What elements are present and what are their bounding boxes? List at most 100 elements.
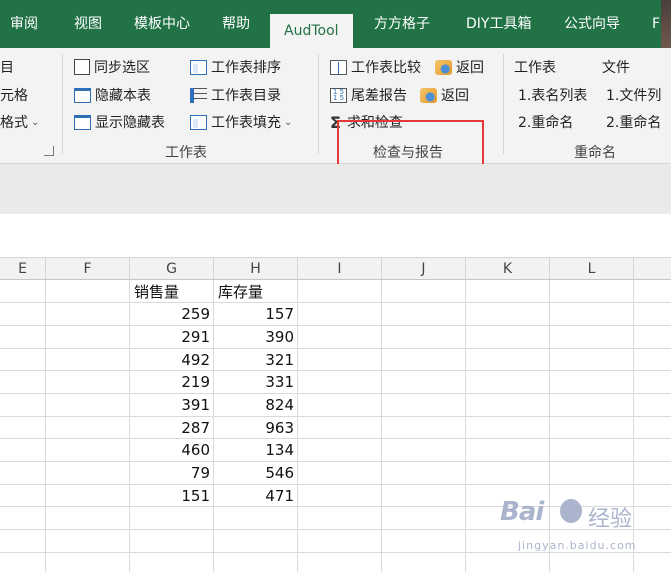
gridline — [0, 348, 671, 349]
window-icon — [74, 114, 91, 130]
sort-sheets-button[interactable]: 工作表排序 — [190, 56, 281, 78]
tab-formula-wizard[interactable]: 公式向导 — [564, 0, 620, 48]
tail-diff-report-label: 尾差报告 — [351, 88, 407, 104]
checkbox-icon — [74, 59, 90, 75]
file-rename-button[interactable]: 2.重命名 — [606, 111, 661, 133]
sheet-rename-button[interactable]: 2.重命名 — [518, 111, 573, 133]
sort-sheets-label: 工作表排序 — [211, 60, 281, 76]
column-header-h[interactable]: H — [214, 258, 298, 280]
worksheet-group-label: 工作表 — [165, 145, 207, 161]
gridline — [0, 325, 671, 326]
tab-diy-toolbox[interactable]: DIY工具箱 — [466, 0, 531, 48]
sheet-fill-button[interactable]: 工作表填充 ⌄ — [190, 111, 292, 133]
return-icon — [435, 59, 452, 75]
back-label-1: 返回 — [456, 60, 484, 76]
table-cell[interactable]: 492 — [131, 349, 213, 371]
gridline — [0, 416, 671, 417]
sheet-directory-button[interactable]: 工作表目录 — [190, 84, 281, 106]
table-cell[interactable]: 963 — [215, 417, 297, 439]
table-cell[interactable]: 134 — [215, 439, 297, 461]
table-cell[interactable]: 331 — [215, 371, 297, 393]
table-cell[interactable]: 151 — [131, 485, 213, 507]
ribbon-partial-item-3[interactable]: 格式 ⌄ — [0, 111, 39, 133]
fill-sheet-icon — [190, 114, 207, 130]
column-header-f[interactable]: F — [46, 258, 130, 280]
group-separator — [318, 54, 319, 154]
ribbon-tab-bar: 审阅 视图 模板中心 帮助 AudTool 方方格子 DIY工具箱 公式向导 F — [0, 0, 671, 48]
column-header-k[interactable]: K — [466, 258, 550, 280]
table-cell[interactable]: 291 — [131, 326, 213, 348]
table-cell[interactable]: 460 — [131, 439, 213, 461]
sheet-fill-label: 工作表填充 — [211, 115, 281, 131]
compare-sheets-button[interactable]: 工作表比较 — [330, 56, 421, 78]
column-header-i[interactable]: I — [298, 258, 382, 280]
table-cell[interactable]: 391 — [131, 394, 213, 416]
column-header-j[interactable]: J — [382, 258, 466, 280]
tab-audtool[interactable]: AudTool — [270, 14, 353, 48]
tab-template-center[interactable]: 模板中心 — [134, 0, 190, 48]
baidu-jingyan-watermark: Bai 经验 jingyan.baidu.com — [500, 497, 665, 567]
compare-icon — [330, 59, 347, 75]
show-hidden-sheets-label: 显示隐藏表 — [95, 115, 165, 131]
tab-review[interactable]: 审阅 — [10, 0, 38, 48]
hide-sheet-button[interactable]: 隐藏本表 — [74, 84, 151, 106]
group-separator — [503, 54, 504, 154]
tail-diff-report-button[interactable]: 1 51 5 尾差报告 — [330, 84, 407, 106]
gridline — [0, 302, 671, 303]
column-header-l[interactable]: L — [550, 258, 634, 280]
column-header-partial[interactable] — [634, 258, 671, 280]
dialog-launcher-icon[interactable] — [44, 146, 54, 156]
rename-file-header: 文件 — [602, 60, 630, 76]
cell-h-header[interactable]: 库存量 — [215, 281, 297, 303]
table-cell[interactable]: 321 — [215, 349, 297, 371]
list-icon — [190, 87, 207, 103]
compare-sheets-label: 工作表比较 — [351, 60, 421, 76]
gridline — [0, 461, 671, 462]
watermark-brand-suffix: 经验 — [588, 507, 633, 532]
gridline — [0, 393, 671, 394]
sort-sheet-icon — [190, 59, 207, 75]
watermark-brand: Bai — [500, 497, 544, 527]
table-cell[interactable]: 259 — [131, 303, 213, 325]
return-icon — [420, 87, 437, 103]
tab-partial-f[interactable]: F — [652, 0, 660, 48]
table-cell[interactable]: 471 — [215, 485, 297, 507]
ribbon-panel: 目 元格 格式 ⌄ 同步选区 隐藏本表 显示隐藏表 工作表排序 工作表目录 工作… — [0, 48, 671, 164]
file-list-button[interactable]: 1.文件列 — [606, 84, 661, 106]
formula-bar-area[interactable] — [0, 214, 671, 258]
group-separator — [62, 54, 63, 154]
column-header-e[interactable]: E — [0, 258, 46, 280]
sync-selection-checkbox[interactable]: 同步选区 — [74, 56, 150, 78]
ribbon-partial-item-2[interactable]: 元格 — [0, 84, 28, 106]
back-button-1[interactable]: 返回 — [435, 56, 484, 78]
column-header-g[interactable]: G — [130, 258, 214, 280]
table-cell[interactable]: 390 — [215, 326, 297, 348]
rename-group-label: 重命名 — [574, 145, 616, 161]
ribbon-partial-item-1[interactable]: 目 — [0, 56, 14, 78]
sheet-directory-label: 工作表目录 — [211, 88, 281, 104]
tab-fangfang-gezi[interactable]: 方方格子 — [374, 0, 430, 48]
table-cell[interactable]: 546 — [215, 462, 297, 484]
excel-window: 审阅 视图 模板中心 帮助 AudTool 方方格子 DIY工具箱 公式向导 F… — [0, 0, 671, 572]
ribbon-partial-item-3-label: 格式 — [0, 115, 28, 131]
paw-logo-icon — [560, 499, 582, 523]
back-button-2[interactable]: 返回 — [420, 84, 469, 106]
hide-sheet-label: 隐藏本表 — [95, 88, 151, 104]
sheet-name-list-button[interactable]: 1.表名列表 — [518, 84, 587, 106]
gridline — [0, 370, 671, 371]
window-icon — [74, 87, 91, 103]
cell-g-header[interactable]: 销售量 — [131, 281, 213, 303]
table-cell[interactable]: 79 — [131, 462, 213, 484]
table-cell[interactable]: 287 — [131, 417, 213, 439]
show-hidden-sheets-button[interactable]: 显示隐藏表 — [74, 111, 165, 133]
gray-toolbar-strip — [0, 164, 671, 214]
sync-selection-label: 同步选区 — [94, 60, 150, 76]
tab-help[interactable]: 帮助 — [222, 0, 250, 48]
table-cell[interactable]: 824 — [215, 394, 297, 416]
tab-view[interactable]: 视图 — [74, 0, 102, 48]
gridline — [0, 438, 671, 439]
table-cell[interactable]: 157 — [215, 303, 297, 325]
table-cell[interactable]: 219 — [131, 371, 213, 393]
chevron-down-icon: ⌄ — [31, 116, 40, 128]
number-report-icon: 1 51 5 — [330, 87, 347, 103]
